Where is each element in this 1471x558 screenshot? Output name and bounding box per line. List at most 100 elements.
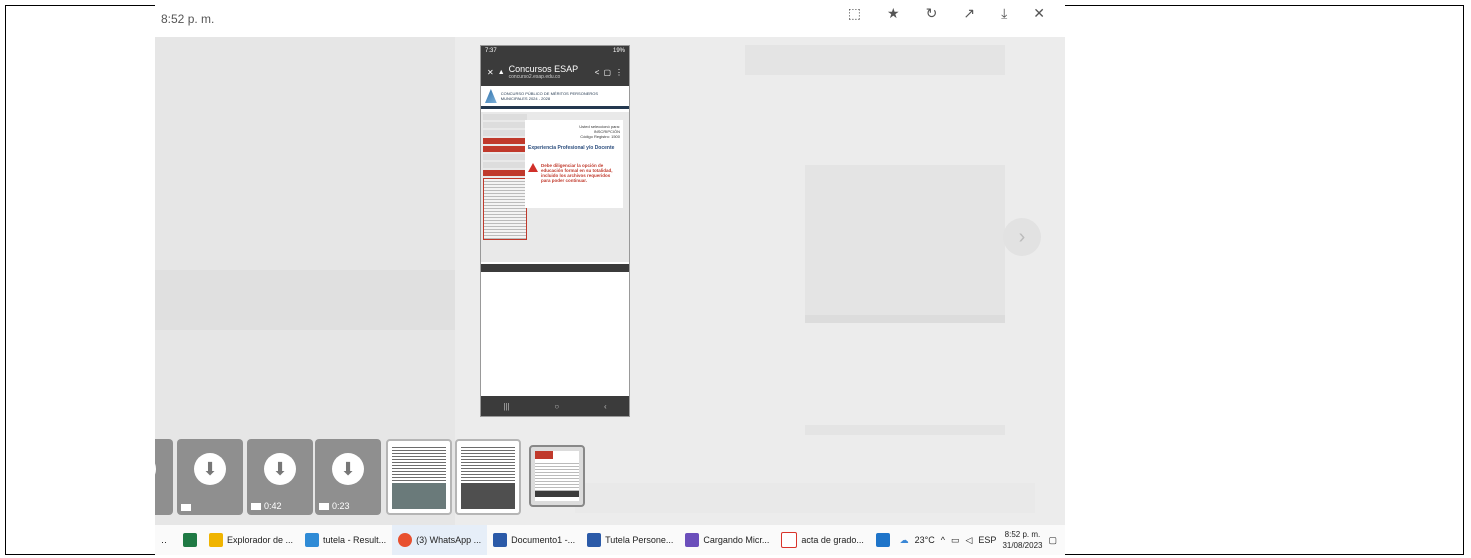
faded-divider — [805, 315, 1005, 323]
taskbar-item-label: acta de grado... — [801, 535, 864, 545]
taskbar-item-label: (3) WhatsApp ... — [416, 535, 482, 545]
warning-icon — [528, 163, 538, 172]
phone-app-bar: ✕ ▲ Concursos ESAP concurso2.esap.edu.co… — [481, 58, 629, 86]
reply-icon[interactable]: ⬚ — [848, 5, 861, 22]
taskbar-item[interactable]: Tutela Persone... — [581, 525, 679, 555]
list-item[interactable] — [155, 205, 455, 265]
faded-bar — [805, 425, 1005, 435]
media-thumbnail-selected[interactable] — [529, 445, 585, 507]
media-thumbnail[interactable] — [386, 439, 452, 515]
media-thumbnail[interactable]: ⬇ 0:23 — [315, 439, 381, 515]
language-indicator[interactable]: ESP — [978, 535, 996, 545]
taskbar-item-label: Explorador de ... — [227, 535, 294, 545]
forward-icon[interactable]: ↻ — [926, 5, 938, 22]
media-thumbnail[interactable]: ⬇ 0:42 — [247, 439, 313, 515]
word-icon — [587, 533, 602, 547]
viewer-toolbar: ⬚ ★ ↻ ↗ ⤓ ✕ — [848, 5, 1045, 22]
download-icon[interactable]: ⬇ — [332, 453, 364, 485]
windows-taskbar: ‥ Explorador de ... tutela - Result... (… — [155, 525, 1065, 555]
phone-app-title: Concursos ESAP — [508, 64, 579, 74]
phone-side-menu — [481, 112, 529, 262]
list-item[interactable] — [155, 270, 455, 330]
warning-message: Debe diligenciar la opción de educación … — [525, 151, 623, 183]
phone-banner-text: CONCURSO PÚBLICO DE MÉRITOS PERSONEROS M… — [500, 91, 599, 101]
faded-document — [805, 165, 1005, 315]
close-icon[interactable]: ✕ — [1033, 5, 1045, 22]
home-icon: ○ — [554, 401, 560, 411]
download-icon[interactable]: ⤓ — [1001, 5, 1007, 22]
media-thumbnail[interactable]: ⬇ — [155, 439, 173, 515]
phone-battery: 19% — [612, 48, 625, 54]
taskbar-overflow[interactable]: ‥ — [155, 525, 177, 555]
card-section-title: Experiencia Profesional y/o Docente — [528, 145, 615, 151]
back-icon: ‹ — [603, 401, 607, 411]
weather-temp[interactable]: 23°C — [915, 535, 935, 545]
download-icon[interactable]: ⬇ — [194, 453, 226, 485]
network-icon[interactable]: ▭ — [951, 535, 960, 546]
star-icon[interactable]: ★ — [887, 5, 900, 22]
video-duration: 0:42 — [251, 501, 282, 511]
folder-icon — [209, 533, 223, 547]
faded-header — [745, 45, 1005, 75]
card-line: Usted seleccionó para: — [579, 124, 620, 129]
taskbar-item-label: Tutela Persone... — [605, 535, 674, 545]
phone-status-bar: 7:37 19% — [481, 46, 629, 58]
phone-page-footer — [481, 264, 629, 272]
taskbar-item[interactable]: tutela - Result... — [299, 525, 392, 555]
chrome-icon — [398, 533, 413, 547]
phone-menu-icon: ⋮ — [615, 67, 623, 77]
download-icon[interactable]: ⬇ — [155, 453, 156, 485]
taskbar-item-label: tutela - Result... — [323, 535, 387, 545]
video-camera-icon — [251, 502, 261, 510]
taskbar-item[interactable]: (3) WhatsApp ... — [392, 525, 488, 555]
warning-text: Debe diligenciar la opción de educación … — [541, 163, 613, 183]
app-l-icon — [875, 533, 890, 547]
taskbar-item-label: Documento1 -... — [511, 535, 576, 545]
taskbar-item-label: Cargando Micr... — [703, 535, 770, 545]
phone-screenshot: 7:37 19% ✕ ▲ Concursos ESAP concurso2.es… — [481, 46, 629, 416]
video-duration: 0:23 — [319, 501, 350, 511]
download-icon[interactable]: ⬇ — [264, 453, 296, 485]
taskbar-excel[interactable] — [177, 525, 203, 555]
esap-logo — [485, 89, 497, 103]
video-duration — [181, 504, 194, 511]
phone-info-card: Usted seleccionó para: INSCRIPCIÓN Códig… — [525, 120, 623, 208]
taskbar-item[interactable] — [870, 525, 896, 555]
phone-lock-icon: ▲ — [497, 68, 505, 76]
media-thumbnail[interactable]: ⬇ — [177, 439, 243, 515]
tray-chevron-icon[interactable]: ^ — [941, 535, 945, 545]
taskbar-item[interactable]: Explorador de ... — [203, 525, 299, 555]
volume-icon[interactable]: ◁ — [966, 535, 973, 546]
taskbar-item[interactable]: Cargando Micr... — [679, 525, 775, 555]
phone-share-icon: < — [594, 67, 600, 77]
faded-caption-input — [575, 483, 1035, 513]
share-icon[interactable]: ↗ — [963, 5, 975, 22]
system-tray: ☁ 23°C ^ ▭ ◁ ESP 8:52 p. m. 31/08/2023 ▢ — [900, 529, 1065, 551]
video-camera-icon — [319, 502, 329, 510]
phone-status-time: 7:37 — [485, 48, 497, 54]
video-camera-icon — [181, 504, 191, 511]
phone-close-icon: ✕ — [487, 67, 494, 77]
excel-icon — [183, 533, 197, 547]
weather-icon: ☁ — [899, 534, 909, 545]
pdf-icon — [781, 532, 798, 548]
taskbar-item[interactable]: Documento1 -... — [487, 525, 581, 555]
list-item[interactable] — [155, 340, 455, 400]
phone-nav-bar: ||| ○ ‹ — [481, 396, 629, 416]
next-arrow-icon[interactable]: › — [1003, 218, 1041, 256]
word-icon — [493, 533, 508, 547]
taskbar-item[interactable]: acta de grado... — [775, 525, 870, 555]
list-item[interactable] — [155, 135, 455, 195]
screenshot-area: 8:52 p. m. ⬚ ★ ↻ ↗ ⤓ ✕ › 7:37 19% ✕ ▲ Co… — [155, 5, 1065, 555]
phone-app-url: concurso2.esap.edu.co — [508, 74, 561, 80]
viewer-time: 8:52 p. m. — [161, 12, 215, 26]
viewer-topbar: 8:52 p. m. ⬚ ★ ↻ ↗ ⤓ ✕ — [155, 5, 1065, 37]
taskbar-clock[interactable]: 8:52 p. m. 31/08/2023 — [1002, 529, 1042, 551]
browser-icon — [305, 533, 320, 547]
recent-apps-icon: ||| — [503, 401, 510, 411]
teams-icon — [685, 533, 700, 547]
phone-tab-icon: ▢ — [603, 67, 611, 77]
phone-site-banner: CONCURSO PÚBLICO DE MÉRITOS PERSONEROS M… — [481, 86, 629, 109]
media-thumbnail[interactable] — [455, 439, 521, 515]
notifications-icon[interactable]: ▢ — [1048, 535, 1057, 546]
